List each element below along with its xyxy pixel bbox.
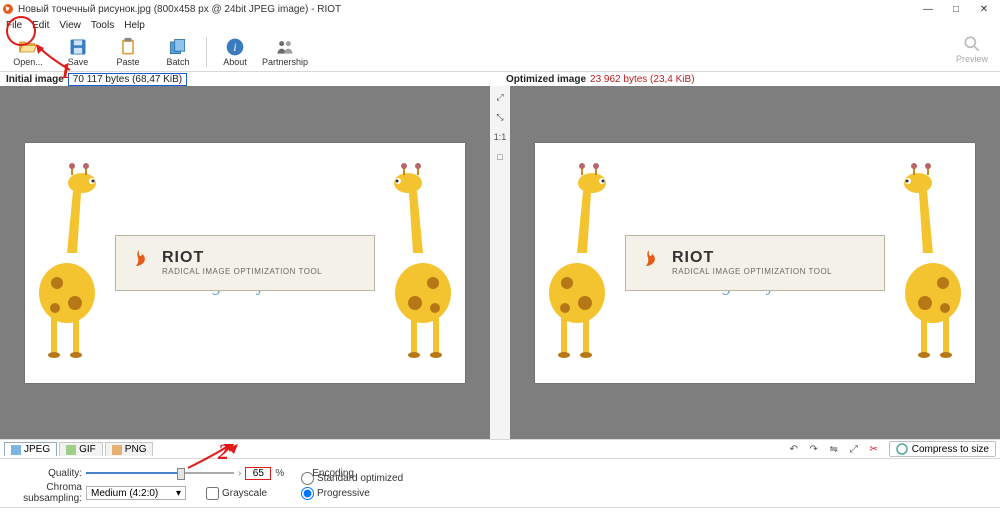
menu-file[interactable]: File	[6, 20, 22, 31]
magnifier-icon	[962, 34, 982, 54]
paste-label: Paste	[116, 57, 139, 67]
quality-slider[interactable]	[86, 466, 234, 480]
info-bar: Initial image 70 117 bytes (68,47 KiB) O…	[0, 72, 1000, 86]
initial-image-size: 70 117 bytes (68,47 KiB)	[68, 73, 187, 86]
png-icon	[112, 445, 122, 455]
zoom-actual-button[interactable]: 1:1	[493, 130, 507, 144]
standard-radio-input[interactable]	[301, 472, 314, 485]
maximize-button[interactable]: □	[942, 1, 970, 17]
minimize-button[interactable]: —	[914, 1, 942, 17]
zoom-out-button[interactable]: ⤡	[493, 110, 507, 124]
chroma-label: Chroma subsampling:	[10, 482, 82, 504]
zoom-toolbar: ⤢ ⤡ 1:1 □	[490, 86, 510, 439]
grayscale-label: Grayscale	[222, 488, 267, 499]
tab-jpeg[interactable]: JPEG	[4, 442, 57, 456]
quality-label: Quality:	[10, 468, 82, 479]
window-title: Новый точечный рисунок.jpg (800x458 px @…	[18, 4, 341, 15]
zoom-in-button[interactable]: ⤢	[493, 90, 507, 104]
flame-icon	[634, 248, 664, 278]
folder-open-icon	[18, 37, 38, 57]
open-button[interactable]: Open...	[6, 34, 50, 70]
compress-to-size-button[interactable]: Compress to size	[889, 441, 996, 457]
compress-label: Compress to size	[912, 444, 989, 455]
about-button[interactable]: i About	[213, 34, 257, 70]
tab-gif-label: GIF	[79, 444, 96, 455]
zoom-fit-button[interactable]: □	[493, 150, 507, 164]
encoding-standard-radio[interactable]: Standard optimized	[301, 472, 403, 485]
giraffe-right-illustration	[893, 163, 963, 363]
initial-image-label: Initial image	[6, 74, 64, 85]
giraffe-left-illustration	[37, 163, 107, 363]
chevron-down-icon: ▾	[176, 488, 181, 499]
gif-icon	[66, 445, 76, 455]
about-label: About	[223, 57, 247, 67]
diskette-icon	[68, 37, 88, 57]
optimized-image-label: Optimized image	[506, 74, 586, 85]
batch-label: Batch	[166, 57, 189, 67]
jpeg-icon	[11, 445, 21, 455]
sign-subtitle: RADICAL IMAGE OPTIMIZATION TOOL	[162, 267, 322, 276]
people-icon	[275, 37, 295, 57]
save-button[interactable]: Save	[56, 34, 100, 70]
initial-image-pane[interactable]: RIOT RADICAL IMAGE OPTIMIZATION TOOL blo…	[0, 86, 490, 439]
tab-gif[interactable]: GIF	[59, 442, 103, 456]
grayscale-input[interactable]	[206, 487, 219, 500]
paste-button[interactable]: Paste	[106, 34, 150, 70]
tab-png-label: PNG	[125, 444, 147, 455]
status-bar	[0, 507, 1000, 523]
clipboard-icon	[118, 37, 138, 57]
optimized-image-pane[interactable]: RIOT RADICAL IMAGE OPTIMIZATION TOOL blo…	[510, 86, 1000, 439]
optimized-image-canvas: RIOT RADICAL IMAGE OPTIMIZATION TOOL blo…	[535, 143, 975, 383]
optimized-image-size: 23 962 bytes (23,4 KiB)	[590, 74, 695, 85]
info-icon: i	[225, 37, 245, 57]
giraffe-left-illustration	[547, 163, 617, 363]
initial-image-canvas: RIOT RADICAL IMAGE OPTIMIZATION TOOL blo…	[25, 143, 465, 383]
open-label: Open...	[13, 57, 43, 67]
settings-panel: 2 Quality: › 65 % Encoding Chroma subsam…	[0, 459, 1000, 507]
encoding-progressive-radio[interactable]: Progressive	[301, 487, 403, 500]
tab-jpeg-label: JPEG	[24, 444, 50, 455]
menu-help[interactable]: Help	[124, 20, 145, 31]
progressive-radio-input[interactable]	[301, 487, 314, 500]
sign-brand: RIOT	[162, 249, 322, 267]
close-window-button[interactable]: ✕	[970, 1, 998, 17]
tools-button[interactable]: ✂	[865, 441, 883, 457]
giraffe-right-illustration	[383, 163, 453, 363]
menu-view[interactable]: View	[59, 20, 81, 31]
flame-icon	[124, 248, 154, 278]
save-label: Save	[68, 57, 89, 67]
svg-text:i: i	[233, 41, 236, 54]
batch-icon	[168, 37, 188, 57]
progressive-label: Progressive	[317, 488, 370, 499]
preview-label: Preview	[956, 54, 988, 64]
partnership-label: Partnership	[262, 57, 308, 67]
quality-value-input[interactable]: 65	[245, 467, 271, 480]
menu-tools[interactable]: Tools	[91, 20, 114, 31]
format-tabs: JPEG GIF PNG ↶ ↷ ⇋ ⤢ ✂ Compress to size	[0, 439, 1000, 459]
partnership-button[interactable]: Partnership	[263, 34, 307, 70]
menubar: File Edit View Tools Help	[0, 18, 1000, 32]
compress-icon	[896, 443, 908, 455]
grayscale-checkbox[interactable]: Grayscale	[206, 487, 267, 500]
percent-label: %	[275, 468, 284, 479]
resize-button[interactable]: ⤢	[845, 441, 863, 457]
chroma-value: Medium (4:2:0)	[91, 488, 158, 499]
batch-button[interactable]: Batch	[156, 34, 200, 70]
standard-label: Standard optimized	[317, 473, 403, 484]
toolbar: Open... Save Paste Batch i About Partner…	[0, 32, 1000, 72]
flip-button[interactable]: ⇋	[825, 441, 843, 457]
rotate-right-button[interactable]: ↷	[805, 441, 823, 457]
sign-subtitle: RADICAL IMAGE OPTIMIZATION TOOL	[672, 267, 832, 276]
preview-button[interactable]: Preview	[950, 34, 994, 70]
chroma-select[interactable]: Medium (4:2:0) ▾	[86, 486, 186, 500]
sign-brand: RIOT	[672, 249, 832, 267]
menu-edit[interactable]: Edit	[32, 20, 49, 31]
tab-png[interactable]: PNG	[105, 442, 154, 456]
rotate-left-button[interactable]: ↶	[785, 441, 803, 457]
